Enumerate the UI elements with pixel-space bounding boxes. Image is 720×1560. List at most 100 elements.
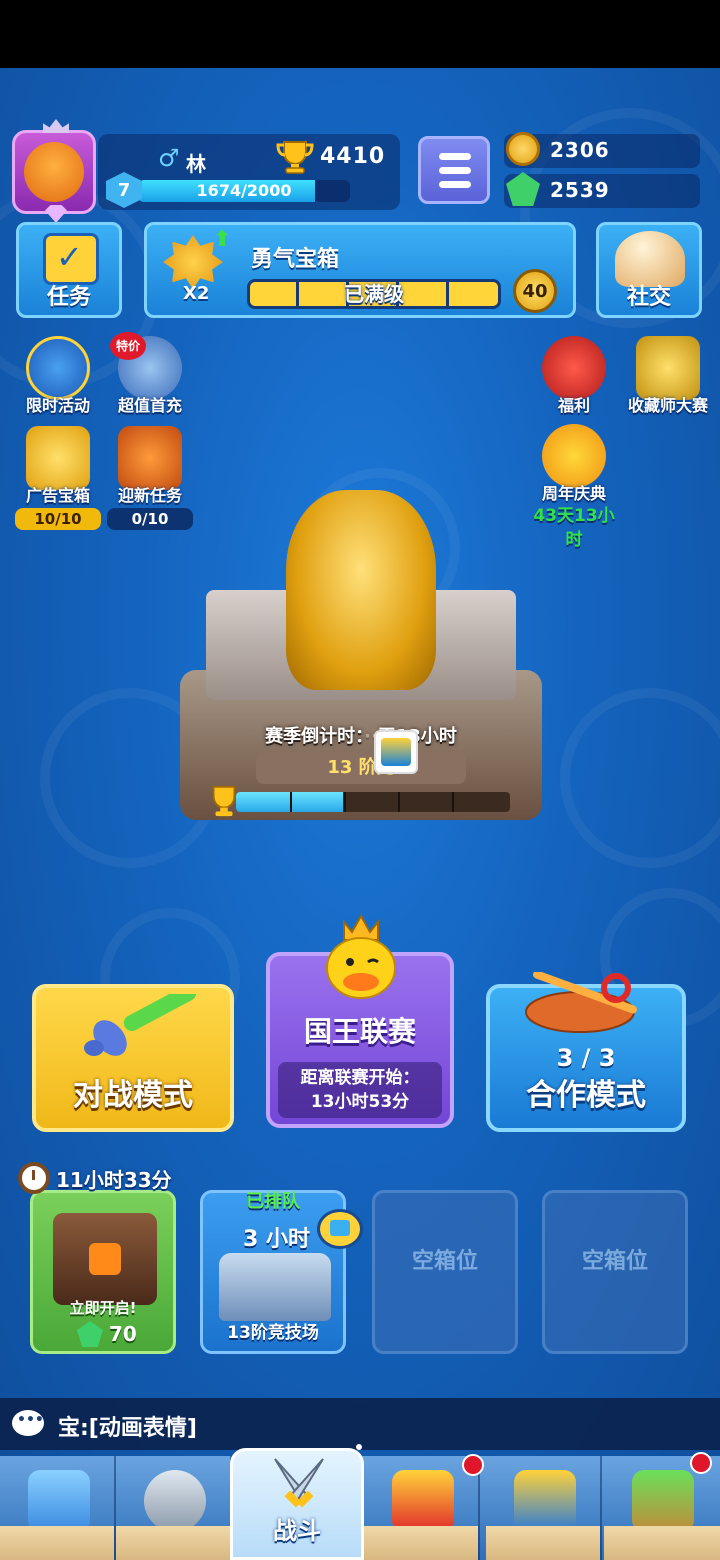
lava-chest-icon <box>53 1213 157 1305</box>
menu-line <box>439 181 471 188</box>
coin-balance[interactable]: 2306 <box>504 132 700 168</box>
duck-avatar-icon <box>24 142 84 202</box>
balloon-sword-icon <box>84 994 197 1056</box>
notification-dot <box>690 1452 712 1474</box>
treasure-chest-icon <box>26 426 90 490</box>
trophy-count: 4410 <box>320 144 386 169</box>
xp-bar: 1674/2000 <box>138 180 350 202</box>
coop-count: 3 / 3 <box>556 1044 616 1072</box>
chest-title: 勇气宝箱 <box>251 247 340 272</box>
chest-timer-text: 11小时33分 <box>56 1167 172 1192</box>
knight-helmet-icon <box>144 1470 206 1532</box>
chat-bar[interactable]: 宝:[动画表情] <box>0 1398 720 1450</box>
tab-battle-label: 战斗 <box>273 1517 321 1545</box>
chat-bubble-icon <box>12 1410 44 1436</box>
treasure-chest-icon <box>28 1470 90 1532</box>
chest-progress-bar: 已满级 <box>247 279 501 309</box>
season-countdown: 赛季倒计时：··天13小时 <box>176 722 546 748</box>
open-now-label: 立即开启! <box>69 1299 137 1317</box>
trophy-icon <box>276 141 314 174</box>
tab-battle[interactable]: 战斗 <box>230 1448 364 1560</box>
coin-count: 2306 <box>550 138 610 162</box>
side-label: 福利 <box>557 396 590 415</box>
arena-reward-chest-icon[interactable] <box>374 730 418 774</box>
level-badge: 7 <box>106 172 142 208</box>
gem-icon <box>77 1321 103 1347</box>
menu-button[interactable] <box>418 136 490 204</box>
chest-status: 已满级 <box>344 282 404 306</box>
queue-time: 3 小时 <box>243 1227 310 1252</box>
courage-chest-panel[interactable]: ⬆ X2 勇气宝箱 已满级 40 <box>144 222 576 318</box>
xp-text: 1674/2000 <box>196 181 292 200</box>
social-button-label: 社交 <box>626 285 671 310</box>
raft-icon <box>525 972 637 1033</box>
task-checklist-icon: ✓ <box>43 233 99 285</box>
task-button[interactable]: ✓ 任务 <box>16 222 122 318</box>
menu-line <box>439 153 471 160</box>
social-button[interactable]: 社交 <box>596 222 702 318</box>
chest-slot-3[interactable]: 空箱位 <box>372 1190 518 1354</box>
welfare-button[interactable]: 福利 <box>524 336 624 416</box>
limited-event-button[interactable]: 限时活动 <box>8 336 108 416</box>
chest-slot-name: 13阶竞技场 <box>227 1323 319 1343</box>
task-button-label: 任务 <box>46 285 91 310</box>
queued-label: 已排队 <box>246 1191 300 1212</box>
chest-slot-4[interactable]: 空箱位 <box>542 1190 688 1354</box>
side-label: 广告宝箱 <box>25 486 90 505</box>
ad-chest-counter: 10/10 <box>15 508 101 530</box>
chest-level-badge: 40 <box>513 269 557 313</box>
player-avatar[interactable] <box>12 119 96 223</box>
silver-chest-icon <box>219 1253 331 1321</box>
male-icon: ♂ <box>158 144 180 172</box>
golden-judge-statue-icon <box>286 490 436 690</box>
coop-mode-button[interactable]: 3 / 3 合作模式 <box>486 972 686 1132</box>
open-cost: 70 <box>77 1321 137 1347</box>
menu-line <box>439 167 471 174</box>
side-label: 限时活动 <box>25 396 90 415</box>
battle-mode-label: 对战模式 <box>73 1078 193 1113</box>
crowned-duck-icon <box>326 913 396 999</box>
king-league-button[interactable]: 国王联赛 距离联赛开始： 13小时53分 <box>266 913 454 1128</box>
player-info-panel[interactable]: ♂ 林 4410 1674/2000 7 <box>98 134 400 210</box>
chest-slot-timer: 11小时33分 <box>18 1162 172 1194</box>
tab-shop[interactable] <box>0 1456 116 1560</box>
tab-league[interactable] <box>364 1456 480 1560</box>
battle-mode-button[interactable]: 对战模式 <box>32 984 234 1132</box>
tab-heroes[interactable] <box>116 1456 232 1560</box>
season-countdown-label: 赛季倒计时： <box>265 726 365 747</box>
gem-balance[interactable]: 2539 <box>504 172 700 208</box>
level-number: 7 <box>117 179 131 201</box>
empty-slot-label: 空箱位 <box>581 1249 648 1274</box>
gift-bag-icon <box>542 336 606 400</box>
ad-chest-button[interactable]: 广告宝箱 10/10 <box>8 426 108 530</box>
page-indicator <box>356 1444 362 1450</box>
arena-name: 13 阶竞 <box>256 752 466 784</box>
chest-multiplier: X2 <box>183 283 210 304</box>
king-league-title: 国王联赛 <box>303 1015 416 1048</box>
clan-banner-icon <box>514 1470 576 1532</box>
knight-duck-icon: 特价 <box>110 332 182 400</box>
sprout-island-icon <box>632 1470 694 1532</box>
up-arrow-icon: ⬆ <box>213 227 232 252</box>
sale-tag: 特价 <box>110 332 146 360</box>
open-cost-value: 70 <box>109 1322 137 1346</box>
league-start-label: 距离联赛开始： <box>300 1068 420 1088</box>
chat-message: 宝:[动画表情] <box>58 1416 197 1441</box>
league-start-info: 距离联赛开始： 13小时53分 <box>278 1062 442 1118</box>
arena-display[interactable]: 赛季倒计时：··天13小时 13 阶竞 <box>176 490 546 830</box>
chest-slot-2[interactable]: 已排队 3 小时 13阶竞技场 <box>200 1190 363 1354</box>
clock-icon <box>18 1162 50 1194</box>
player-name: 林 <box>186 152 206 176</box>
collector-contest-button[interactable]: 收藏师大赛 <box>618 336 718 416</box>
notification-dot <box>462 1454 484 1476</box>
side-label: 收藏师大赛 <box>627 396 708 415</box>
first-recharge-button[interactable]: 特价 超值首充 <box>100 332 200 416</box>
tab-clan[interactable] <box>486 1456 602 1560</box>
tv-ad-icon[interactable] <box>317 1209 363 1249</box>
coin-icon <box>506 132 540 166</box>
side-label: 超值首充 <box>117 396 182 415</box>
red-chest-icon <box>118 426 182 490</box>
coop-mode-label: 合作模式 <box>526 1078 646 1113</box>
chest-slot-1[interactable]: 立即开启! 70 <box>30 1190 176 1354</box>
gem-count: 2539 <box>550 178 610 202</box>
